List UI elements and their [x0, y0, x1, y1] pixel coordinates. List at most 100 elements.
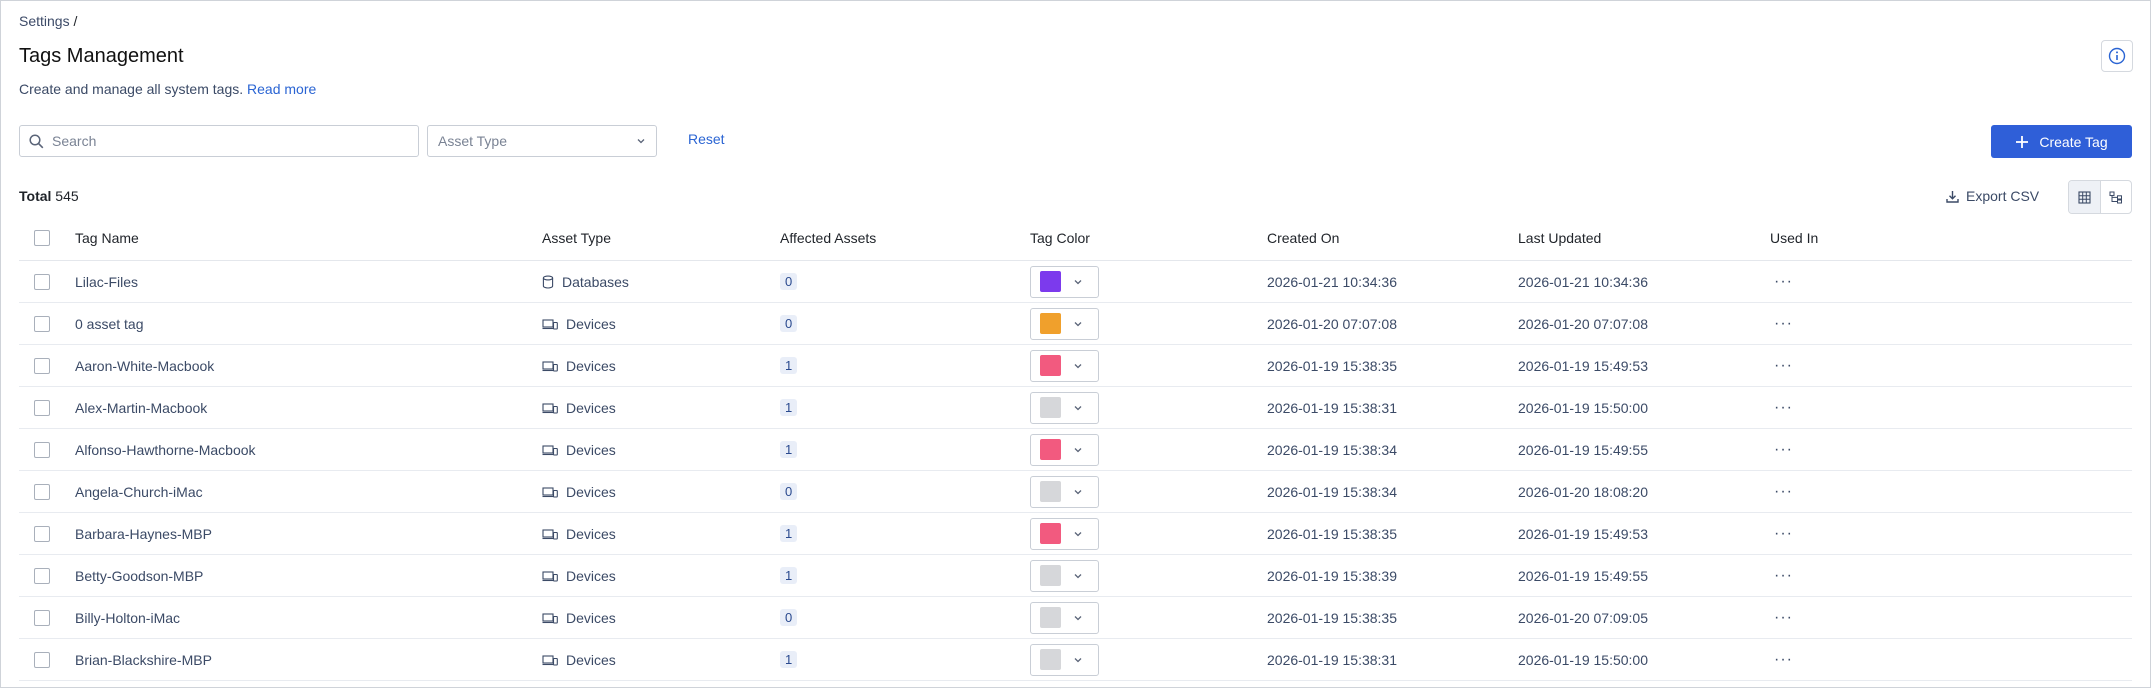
- breadcrumb-settings-link[interactable]: Settings: [19, 13, 70, 29]
- row-checkbox[interactable]: [34, 273, 50, 290]
- color-swatch: [1040, 355, 1061, 376]
- last-updated: 2026-01-19 15:49:53: [1518, 357, 1648, 374]
- export-csv-button[interactable]: Export CSV: [1946, 188, 2039, 204]
- page-subtitle: Create and manage all system tags. Read …: [19, 81, 316, 97]
- reset-button[interactable]: Reset: [688, 131, 725, 147]
- affected-assets-cell: 1: [780, 513, 798, 554]
- affected-assets-badge[interactable]: 1: [780, 357, 798, 374]
- chevron-down-icon: [1074, 279, 1082, 284]
- chevron-down-icon: [1074, 573, 1082, 578]
- tag-color-cell: [1030, 387, 1099, 428]
- total-label: Total: [19, 188, 52, 204]
- more-actions-icon[interactable]: ···: [1770, 525, 1797, 542]
- used-in-cell: ···: [1770, 387, 1797, 428]
- more-actions-icon[interactable]: ···: [1770, 441, 1797, 458]
- row-checkbox[interactable]: [34, 525, 50, 542]
- color-swatch: [1040, 649, 1061, 670]
- header-last-updated[interactable]: Last Updated: [1518, 215, 1601, 260]
- tag-color-select[interactable]: [1030, 559, 1099, 592]
- more-actions-icon[interactable]: ···: [1770, 399, 1797, 416]
- affected-assets-badge[interactable]: 1: [780, 567, 798, 584]
- row-checkbox[interactable]: [34, 315, 50, 332]
- affected-assets-badge[interactable]: 0: [780, 609, 798, 626]
- search-icon: [29, 133, 44, 148]
- used-in-cell: ···: [1770, 471, 1797, 512]
- total-count: Total 545: [19, 188, 79, 204]
- asset-type-cell: Devices: [542, 471, 616, 512]
- page-title: Tags Management: [19, 45, 184, 67]
- affected-assets-cell: 1: [780, 639, 798, 680]
- total-value: 545: [55, 188, 79, 204]
- more-actions-icon[interactable]: ···: [1770, 273, 1797, 290]
- used-in-cell: ···: [1770, 303, 1797, 344]
- affected-assets-badge[interactable]: 1: [780, 441, 798, 458]
- read-more-link[interactable]: Read more: [247, 81, 316, 97]
- row-checkbox[interactable]: [34, 567, 50, 584]
- row-checkbox[interactable]: [34, 651, 50, 668]
- create-tag-button[interactable]: Create Tag: [1991, 125, 2132, 158]
- affected-assets-cell: 1: [780, 387, 798, 428]
- affected-assets-badge[interactable]: 1: [780, 651, 798, 668]
- tag-color-select[interactable]: [1030, 391, 1099, 424]
- tag-name: Barbara-Haynes-MBP: [75, 525, 212, 542]
- header-affected-assets[interactable]: Affected Assets: [780, 215, 876, 260]
- asset-type-select[interactable]: Asset Type: [427, 125, 657, 157]
- color-swatch: [1040, 271, 1061, 292]
- affected-assets-badge[interactable]: 1: [780, 399, 798, 416]
- more-actions-icon[interactable]: ···: [1770, 483, 1797, 500]
- asset-type-cell: Devices: [542, 597, 616, 638]
- asset-type-label: Databases: [562, 273, 629, 290]
- last-updated: 2026-01-19 15:50:00: [1518, 399, 1648, 416]
- header-asset-type[interactable]: Asset Type: [542, 215, 611, 260]
- header-tag-name[interactable]: Tag Name: [75, 215, 139, 260]
- tag-color-select[interactable]: [1030, 265, 1099, 298]
- affected-assets-badge[interactable]: 0: [780, 315, 798, 332]
- table-view-button[interactable]: [2069, 181, 2101, 213]
- tag-color-select[interactable]: [1030, 433, 1099, 466]
- row-select-cell: [34, 471, 50, 512]
- tag-color-select[interactable]: [1030, 475, 1099, 508]
- header-tag-color[interactable]: Tag Color: [1030, 215, 1090, 260]
- affected-assets-badge[interactable]: 0: [780, 483, 798, 500]
- affected-assets-badge[interactable]: 1: [780, 525, 798, 542]
- tag-color-cell: [1030, 555, 1099, 596]
- affected-assets-badge[interactable]: 0: [780, 273, 798, 290]
- download-icon: [1946, 190, 1959, 203]
- tag-color-select[interactable]: [1030, 601, 1099, 634]
- asset-type-label: Devices: [566, 357, 616, 374]
- tag-name: Lilac-Files: [75, 273, 139, 290]
- created-on: 2026-01-19 15:38:35: [1267, 609, 1397, 626]
- search-box[interactable]: [19, 125, 419, 157]
- created-on: 2026-01-19 15:38:35: [1267, 357, 1397, 374]
- more-actions-icon[interactable]: ···: [1770, 315, 1797, 332]
- tag-color-select[interactable]: [1030, 349, 1099, 382]
- last-updated: 2026-01-19 15:49:55: [1518, 567, 1648, 584]
- row-checkbox[interactable]: [34, 609, 50, 626]
- more-actions-icon[interactable]: ···: [1770, 609, 1797, 626]
- row-checkbox[interactable]: [34, 357, 50, 374]
- more-actions-icon[interactable]: ···: [1770, 651, 1797, 668]
- graph-view-button[interactable]: [2101, 181, 2132, 213]
- header-created-on[interactable]: Created On: [1267, 215, 1339, 260]
- tag-name: Alfonso-Hawthorne-Macbook: [75, 441, 256, 458]
- row-checkbox[interactable]: [34, 441, 50, 458]
- more-actions-icon[interactable]: ···: [1770, 567, 1797, 584]
- table-row: Billy-Holton-iMac Devices 0 2026-01-19 1…: [19, 597, 2132, 639]
- chevron-down-icon: [1074, 489, 1082, 494]
- more-actions-icon[interactable]: ···: [1770, 357, 1797, 374]
- row-checkbox[interactable]: [34, 399, 50, 416]
- subtitle-text: Create and manage all system tags.: [19, 81, 244, 97]
- table-row: Angela-Church-iMac Devices 0 2026-01-19 …: [19, 471, 2132, 513]
- chevron-down-icon: [1074, 321, 1082, 326]
- select-all-checkbox[interactable]: [34, 229, 50, 246]
- tag-color-cell: [1030, 429, 1099, 470]
- row-checkbox[interactable]: [34, 483, 50, 500]
- tag-color-select[interactable]: [1030, 307, 1099, 340]
- search-input[interactable]: [52, 133, 392, 149]
- header-used-in[interactable]: Used In: [1770, 215, 1818, 260]
- tag-color-select[interactable]: [1030, 517, 1099, 550]
- devices-icon: [542, 444, 558, 456]
- info-button[interactable]: [2101, 40, 2133, 72]
- asset-type-cell: Devices: [542, 513, 616, 554]
- tag-color-select[interactable]: [1030, 643, 1099, 676]
